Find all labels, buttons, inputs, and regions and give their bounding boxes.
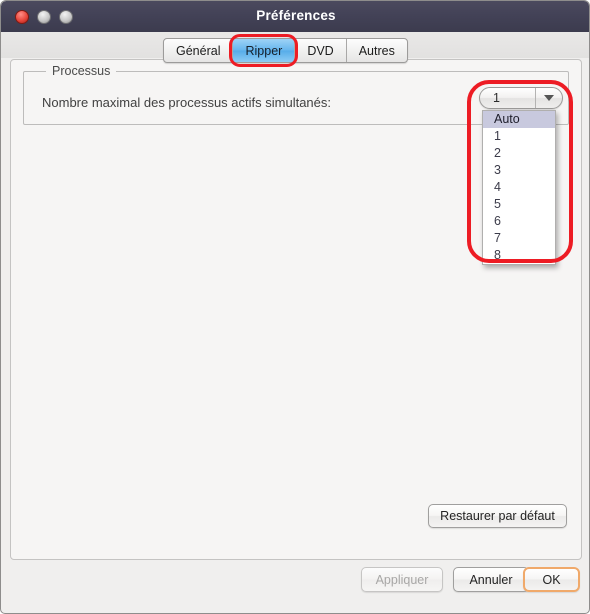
tab-ripper[interactable]: Ripper — [229, 34, 299, 67]
tab-autres[interactable]: Autres — [347, 39, 407, 62]
option-4[interactable]: 4 — [483, 179, 555, 196]
restore-defaults-button[interactable]: Restaurer par défaut — [428, 504, 567, 528]
tab-dvd[interactable]: DVD — [295, 39, 347, 62]
max-processes-combo: 1 Auto 1 2 3 4 5 6 7 8 — [479, 87, 563, 265]
dialog-footer: Appliquer Annuler OK — [1, 567, 589, 595]
ok-button[interactable]: OK — [523, 567, 580, 592]
option-8[interactable]: 8 — [483, 247, 555, 264]
apply-button[interactable]: Appliquer — [361, 567, 443, 592]
chevron-down-icon — [544, 95, 554, 101]
max-processes-combo-button[interactable]: 1 — [479, 87, 563, 109]
window-title: Préférences — [256, 8, 336, 23]
option-5[interactable]: 5 — [483, 196, 555, 213]
tab-bar: Général Ripper DVD Autres — [163, 34, 408, 67]
option-2[interactable]: 2 — [483, 145, 555, 162]
title-bar: Préférences — [1, 1, 589, 33]
combo-arrow-box[interactable] — [535, 88, 562, 108]
preferences-window: Préférences Général Ripper DVD Autres Pr… — [0, 0, 590, 614]
option-auto[interactable]: Auto — [483, 111, 555, 128]
combo-selected-value: 1 — [493, 91, 500, 105]
group-box-title: Processus — [46, 64, 117, 78]
option-6[interactable]: 6 — [483, 213, 555, 230]
cancel-button[interactable]: Annuler — [453, 567, 529, 592]
max-processes-option-list: Auto 1 2 3 4 5 6 7 8 — [482, 110, 556, 265]
max-processes-label: Nombre maximal des processus actifs simu… — [42, 95, 331, 110]
option-7[interactable]: 7 — [483, 230, 555, 247]
tab-general[interactable]: Général — [164, 39, 234, 62]
option-3[interactable]: 3 — [483, 162, 555, 179]
option-1[interactable]: 1 — [483, 128, 555, 145]
